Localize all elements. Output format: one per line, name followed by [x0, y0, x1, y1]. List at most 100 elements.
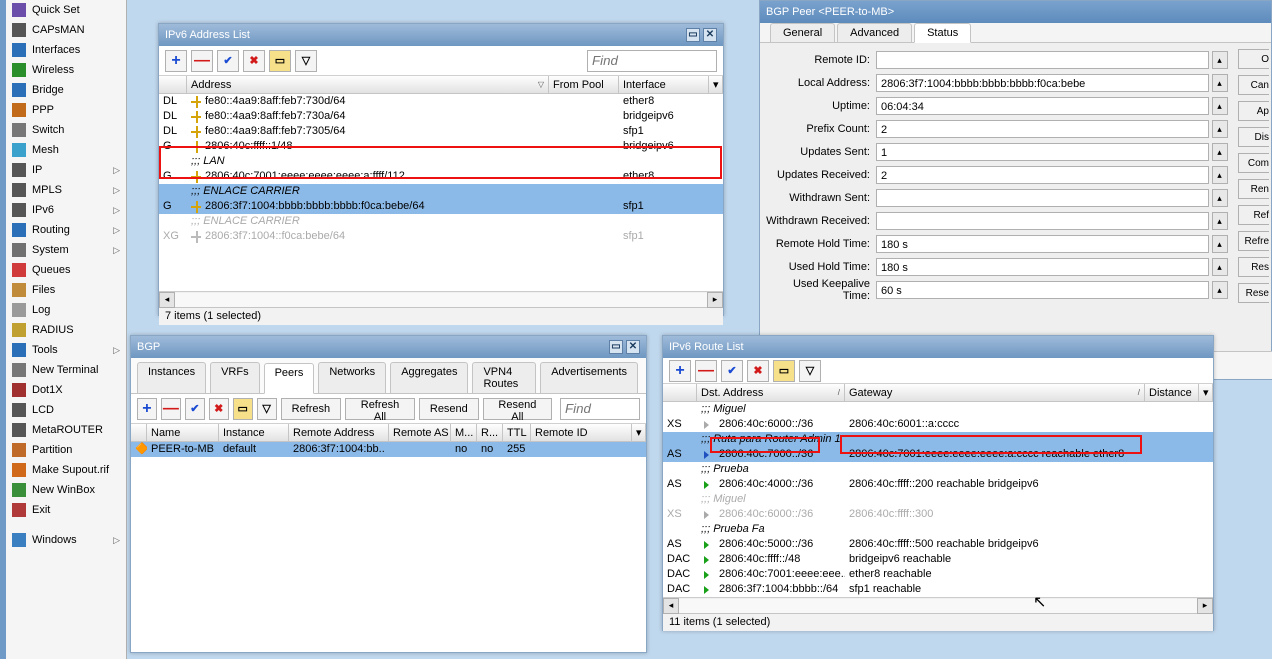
window-titlebar[interactable]: BGP Peer <PEER-to-MB> — [760, 1, 1271, 23]
up-down-icon[interactable]: ▴ — [1212, 97, 1228, 115]
find-input[interactable] — [587, 50, 717, 72]
sidebar-item[interactable]: IPv6▷ — [6, 200, 126, 220]
grid-rows[interactable]: DLfe80::4aa9:8aff:feb7:730d/64ether8DLfe… — [159, 94, 723, 291]
table-row[interactable]: G2806:40c:7001:eeee:eeee:eeee:a:ffff/112… — [159, 169, 723, 184]
sidebar-item[interactable]: Queues — [6, 260, 126, 280]
sidebar-item[interactable]: Partition — [6, 440, 126, 460]
sidebar-item[interactable]: Quick Set — [6, 0, 126, 20]
window-titlebar[interactable]: IPv6 Route List — [663, 336, 1213, 358]
up-down-icon[interactable]: ▴ — [1212, 281, 1228, 299]
up-down-icon[interactable]: ▴ — [1212, 212, 1228, 230]
sidebar-item[interactable]: Interfaces — [6, 40, 126, 60]
up-down-icon[interactable]: ▴ — [1212, 258, 1228, 276]
tab-networks[interactable]: Networks — [318, 362, 386, 393]
filter-button[interactable]: ▽ — [799, 360, 821, 382]
table-row[interactable]: DLfe80::4aa9:8aff:feb7:730d/64ether8 — [159, 94, 723, 109]
table-row[interactable]: G2806:40c:ffff::1/48bridgeipv6 — [159, 139, 723, 154]
remove-button[interactable]: — — [695, 360, 717, 382]
sidebar-item[interactable]: CAPsMAN — [6, 20, 126, 40]
table-row[interactable]: ;;; LAN — [159, 154, 723, 169]
enable-button[interactable]: ✔ — [217, 50, 239, 72]
close-btn[interactable]: ✕ — [703, 28, 717, 42]
minimize-btn[interactable]: ▭ — [686, 28, 700, 42]
tab-instances[interactable]: Instances — [137, 362, 206, 393]
refresh-button[interactable]: Refresh — [281, 398, 342, 420]
table-row[interactable]: AS2806:40c:7000::/362806:40c:7001:eeee:e… — [663, 447, 1213, 462]
sidebar-item[interactable]: Tools▷ — [6, 340, 126, 360]
table-row[interactable]: XG2806:3f7:1004::f0ca:bebe/64sfp1 — [159, 229, 723, 244]
resend-all-button[interactable]: Resend All — [483, 398, 552, 420]
up-down-icon[interactable]: ▴ — [1212, 120, 1228, 138]
hscrollbar[interactable]: ◂▸ — [159, 291, 723, 307]
table-row[interactable]: G2806:3f7:1004:bbbb:bbbb:bbbb:f0ca:bebe/… — [159, 199, 723, 214]
side-button[interactable]: Refre — [1238, 231, 1269, 251]
table-row[interactable]: AS2806:40c:5000::/362806:40c:ffff::500 r… — [663, 537, 1213, 552]
close-btn[interactable]: ✕ — [626, 340, 640, 354]
side-button[interactable]: Rese — [1238, 283, 1269, 303]
sidebar-item[interactable]: Bridge — [6, 80, 126, 100]
disable-button[interactable]: ✖ — [243, 50, 265, 72]
grid-rows[interactable]: 🔶PEER-to-MBdefault2806:3f7:1004:bb..nono… — [131, 442, 646, 659]
comment-button[interactable]: ▭ — [233, 398, 253, 420]
sidebar-item[interactable]: RADIUS — [6, 320, 126, 340]
grid-rows[interactable]: ;;; MiguelXS2806:40c:6000::/362806:40c:6… — [663, 402, 1213, 597]
sidebar-item[interactable]: Exit — [6, 500, 126, 520]
sidebar-item[interactable]: Log — [6, 300, 126, 320]
add-button[interactable]: + — [165, 50, 187, 72]
table-row[interactable]: DAC2806:3f7:1004:bbbb::/64sfp1 reachable — [663, 582, 1213, 597]
grid-header[interactable]: Dst. Address/ Gateway/ Distance ▾ — [663, 384, 1213, 402]
sidebar-item[interactable]: Switch — [6, 120, 126, 140]
tab-vrfs[interactable]: VRFs — [210, 362, 260, 393]
resend-button[interactable]: Resend — [419, 398, 479, 420]
side-button[interactable]: Com — [1238, 153, 1269, 173]
side-button[interactable]: Can — [1238, 75, 1269, 95]
side-button[interactable]: O — [1238, 49, 1269, 69]
tab-vpn4-routes[interactable]: VPN4 Routes — [472, 362, 536, 393]
sidebar-item[interactable]: LCD — [6, 400, 126, 420]
table-row[interactable]: 🔶PEER-to-MBdefault2806:3f7:1004:bb..nono… — [131, 442, 646, 457]
filter-button[interactable]: ▽ — [295, 50, 317, 72]
side-button[interactable]: Ref — [1238, 205, 1269, 225]
up-down-icon[interactable]: ▴ — [1212, 143, 1228, 161]
table-row[interactable]: AS2806:40c:4000::/362806:40c:ffff::200 r… — [663, 477, 1213, 492]
window-titlebar[interactable]: BGP ▭ ✕ — [131, 336, 646, 358]
side-button[interactable]: Ren — [1238, 179, 1269, 199]
sidebar-item[interactable]: Files — [6, 280, 126, 300]
table-row[interactable]: ;;; Ruta para Router Admin 1 — [663, 432, 1213, 447]
table-row[interactable]: DLfe80::4aa9:8aff:feb7:730a/64bridgeipv6 — [159, 109, 723, 124]
tab-aggregates[interactable]: Aggregates — [390, 362, 468, 393]
up-down-icon[interactable]: ▴ — [1212, 166, 1228, 184]
add-button[interactable]: + — [669, 360, 691, 382]
sidebar-item[interactable]: Wireless — [6, 60, 126, 80]
table-row[interactable]: XS2806:40c:6000::/362806:40c:ffff::300 — [663, 507, 1213, 522]
sidebar-item[interactable]: Routing▷ — [6, 220, 126, 240]
table-row[interactable]: ;;; Prueba — [663, 462, 1213, 477]
enable-button[interactable]: ✔ — [721, 360, 743, 382]
side-button[interactable]: Ap — [1238, 101, 1269, 121]
disable-button[interactable]: ✖ — [747, 360, 769, 382]
up-down-icon[interactable]: ▴ — [1212, 189, 1228, 207]
table-row[interactable]: ;;; ENLACE CARRIER — [159, 214, 723, 229]
up-down-icon[interactable]: ▴ — [1212, 235, 1228, 253]
table-row[interactable]: DAC2806:40c:ffff::/48bridgeipv6 reachabl… — [663, 552, 1213, 567]
tab-advertisements[interactable]: Advertisements — [540, 362, 638, 393]
table-row[interactable]: ;;; ENLACE CARRIER — [159, 184, 723, 199]
find-input[interactable] — [560, 398, 640, 420]
minimize-btn[interactable]: ▭ — [609, 340, 623, 354]
grid-header[interactable]: Name Instance Remote Address Remote AS M… — [131, 424, 646, 442]
sidebar-item[interactable]: System▷ — [6, 240, 126, 260]
side-button[interactable]: Res — [1238, 257, 1269, 277]
table-row[interactable]: DLfe80::4aa9:8aff:feb7:7305/64sfp1 — [159, 124, 723, 139]
comment-button[interactable]: ▭ — [269, 50, 291, 72]
up-down-icon[interactable]: ▴ — [1212, 74, 1228, 92]
side-button[interactable]: Dis — [1238, 127, 1269, 147]
sidebar-item[interactable]: New Terminal — [6, 360, 126, 380]
table-row[interactable]: DAC2806:40c:7001:eeee:eee..ether8 reacha… — [663, 567, 1213, 582]
tab-general[interactable]: General — [770, 23, 835, 42]
hscrollbar[interactable]: ◂ ▸ — [663, 597, 1213, 613]
up-down-icon[interactable]: ▴ — [1212, 51, 1228, 69]
sidebar-item[interactable]: MPLS▷ — [6, 180, 126, 200]
sidebar-item[interactable]: Dot1X — [6, 380, 126, 400]
remove-button[interactable]: — — [161, 398, 181, 420]
tab-status[interactable]: Status — [914, 23, 971, 43]
